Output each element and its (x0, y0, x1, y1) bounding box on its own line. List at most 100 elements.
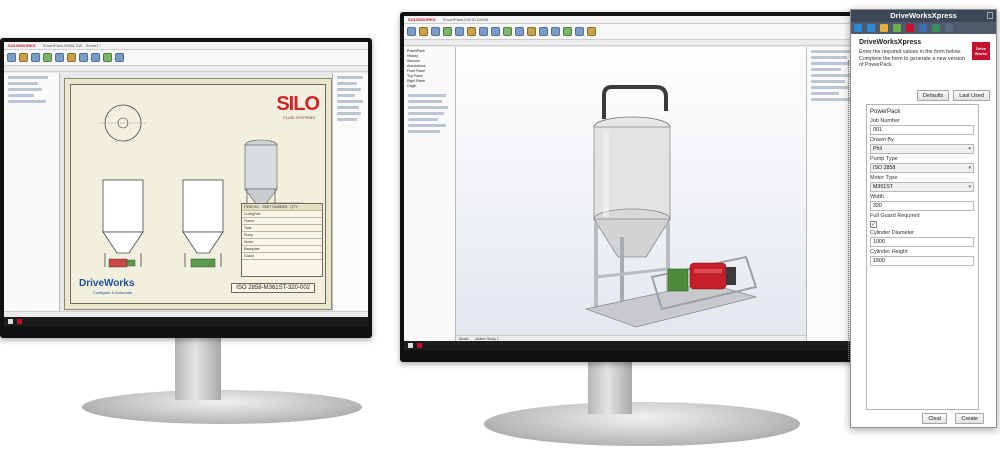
annotation-icon[interactable] (19, 53, 28, 62)
solidworks-brand: SOLIDWORKS (408, 17, 436, 22)
panel-connector-line (848, 60, 849, 360)
help-icon[interactable] (945, 24, 953, 32)
driveworks-logo: Drive Works (972, 42, 990, 60)
windows-start-icon[interactable] (8, 319, 13, 324)
right-command-tabs (404, 40, 866, 46)
drawing-sheet[interactable]: SILO FLUID SYSTEMS ITEM NO. PART NUMBER … (64, 78, 332, 310)
cylinder-height-field[interactable]: 1500 (870, 256, 974, 266)
smart-fasteners-icon[interactable] (455, 27, 464, 36)
projected-view-icon[interactable] (91, 53, 100, 62)
bill-of-materials-icon[interactable] (527, 27, 536, 36)
form-title: PowerPack (870, 109, 901, 115)
motor-type-select[interactable]: M361ST ▾ (870, 182, 974, 192)
bom-row: Baseplate (242, 246, 322, 253)
settings-icon[interactable] (919, 24, 927, 32)
left-monitor-foot (82, 390, 362, 424)
evaluate-icon[interactable] (43, 53, 52, 62)
left-task-pane[interactable] (332, 73, 368, 317)
forward-icon[interactable] (867, 24, 875, 32)
dwx-action-buttons: Clear Create (922, 413, 984, 424)
motor-type-label: Motor Type (870, 175, 898, 181)
right-taskbar (404, 341, 866, 350)
speedpak-icon[interactable] (563, 27, 572, 36)
width-label: Width (870, 194, 885, 200)
driveworksxpress-panel: DriveWorksXpress DriveWorksXpress Enter … (850, 9, 997, 428)
right-monitor-bezel: SOLIDWORKS PowerPack-DW.SLDASM PowerPack… (400, 12, 870, 362)
right-feature-tree[interactable]: PowerPack History Sensors Annotations Fr… (404, 47, 456, 341)
solidworks-brand: SOLIDWORKS (8, 43, 36, 48)
dwx-heading: DriveWorksXpress (859, 39, 922, 46)
bom-row: Pump (242, 232, 322, 239)
right-screen: SOLIDWORKS PowerPack-DW.SLDASM PowerPack… (404, 16, 866, 350)
view-layout-icon[interactable] (7, 53, 16, 62)
show-hidden-icon[interactable] (479, 27, 488, 36)
sheet-format-icon[interactable] (55, 53, 64, 62)
dwx-window-title: DriveWorksXpress (890, 11, 957, 20)
bom-row: Tank (242, 225, 322, 232)
solidworks-taskbar-icon[interactable] (17, 319, 22, 324)
right-monitor-neck (588, 362, 632, 414)
bom-row: Guard (242, 253, 322, 260)
pump-type-select[interactable]: ISO 2858 ▾ (870, 163, 974, 173)
left-monitor-bezel: SOLIDWORKS PowerPack-M365-DW - Sheet1 * (0, 38, 372, 338)
form-icon[interactable] (906, 24, 914, 32)
model-view-icon[interactable] (79, 53, 88, 62)
full-guard-checkbox[interactable]: ✓ (870, 221, 877, 228)
rules-icon[interactable] (932, 24, 940, 32)
insert-component-icon[interactable] (407, 27, 416, 36)
bom-row: Frame (242, 218, 322, 225)
move-component-icon[interactable] (467, 27, 476, 36)
right-window-titlebar: SOLIDWORKS PowerPack-DW.SLDASM (404, 16, 866, 24)
cylinder-diameter-field[interactable]: 1000 (870, 237, 974, 247)
right-ribbon (404, 24, 866, 40)
reference-geometry-icon[interactable] (503, 27, 512, 36)
sketch-icon[interactable] (31, 53, 40, 62)
chevron-down-icon: ▾ (968, 146, 971, 152)
left-monitor-neck (175, 338, 221, 400)
section-view-icon[interactable] (103, 53, 112, 62)
defaults-button[interactable]: Defaults (917, 90, 950, 101)
close-icon[interactable] (987, 12, 993, 19)
home-icon[interactable] (880, 24, 888, 32)
job-number-field[interactable]: 001 (870, 125, 974, 135)
left-screen: SOLIDWORKS PowerPack-M365-DW - Sheet1 * (4, 42, 368, 326)
right-monitor-foot (484, 402, 800, 446)
silo-logo: SILO (276, 93, 320, 115)
component-preview-icon[interactable] (431, 27, 440, 36)
bom-row: Motor (242, 239, 322, 246)
dwx-header: DriveWorksXpress Enter the required valu… (851, 34, 996, 90)
large-assembly-icon[interactable] (587, 27, 596, 36)
clear-button[interactable]: Clear (922, 413, 948, 424)
drawn-by-select[interactable]: Phil ▾ (870, 144, 974, 154)
drawn-by-value: Phil (873, 146, 882, 152)
tree-item[interactable]: Origin (407, 84, 452, 89)
width-field[interactable]: 320 (870, 201, 974, 211)
dwx-form: PowerPack Job Number 001 Drawn By Phil ▾… (866, 104, 979, 410)
solidworks-taskbar-icon[interactable] (417, 343, 422, 348)
detail-view-icon[interactable] (115, 53, 124, 62)
instant3d-icon[interactable] (551, 27, 560, 36)
windows-start-icon[interactable] (408, 343, 413, 348)
markup-icon[interactable] (67, 53, 76, 62)
right-window-title: PowerPack-DW.SLDASM (442, 17, 489, 22)
motor-type-value: M361ST (873, 184, 894, 190)
take-snapshot-icon[interactable] (575, 27, 584, 36)
last-used-button[interactable]: Last Used (953, 90, 990, 101)
linear-pattern-icon[interactable] (443, 27, 452, 36)
back-icon[interactable] (854, 24, 862, 32)
graphics-viewport[interactable] (456, 47, 806, 335)
capture-icon[interactable] (893, 24, 901, 32)
create-button[interactable]: Create (955, 413, 984, 424)
driveworks-tagline: Configure & Automate (93, 290, 133, 295)
exploded-view-icon[interactable] (539, 27, 548, 36)
left-feature-tree[interactable] (4, 73, 60, 317)
pump-type-label: Pump Type (870, 156, 898, 162)
left-command-tabs (4, 66, 368, 72)
left-taskbar (4, 317, 368, 326)
job-number-label: Job Number (870, 118, 900, 124)
left-window-titlebar: SOLIDWORKS PowerPack-M365-DW - Sheet1 * (4, 42, 368, 50)
new-motion-study-icon[interactable] (515, 27, 524, 36)
assembly-features-icon[interactable] (491, 27, 500, 36)
mate-icon[interactable] (419, 27, 428, 36)
drawing-border: SILO FLUID SYSTEMS ITEM NO. PART NUMBER … (70, 84, 326, 304)
